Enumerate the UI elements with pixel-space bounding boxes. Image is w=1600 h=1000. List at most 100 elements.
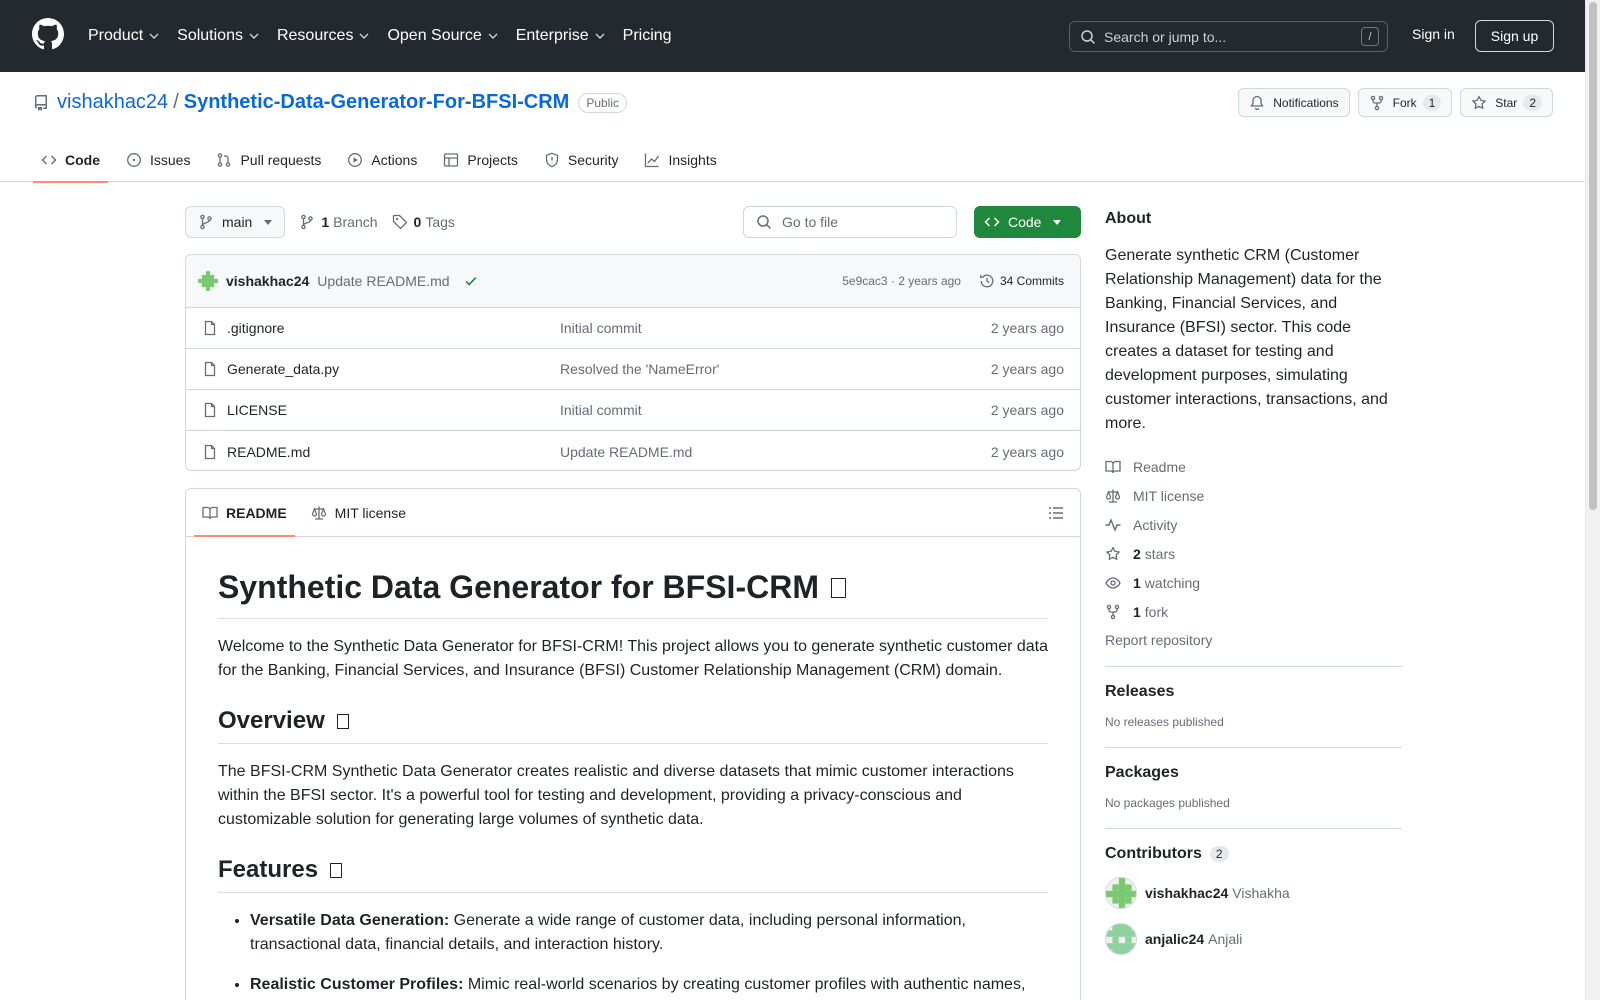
repo-owner-link[interactable]: vishakhac24 xyxy=(57,91,168,114)
divider xyxy=(1105,747,1402,748)
github-logo-icon[interactable] xyxy=(32,18,64,50)
file-name-link[interactable]: README.md xyxy=(227,444,310,460)
activity-link[interactable]: Activity xyxy=(1105,510,1402,539)
anchor-link-icon[interactable] xyxy=(336,713,349,729)
forks-link[interactable]: 1 fork xyxy=(1105,597,1402,626)
tab-code[interactable]: Code xyxy=(33,138,108,183)
fork-count: 1 xyxy=(1422,94,1442,111)
readme-title: Synthetic Data Generator for BFSI-CRM xyxy=(218,569,1048,619)
readme-intro: Welcome to the Synthetic Data Generator … xyxy=(218,638,1048,679)
stars-link[interactable]: 2 stars xyxy=(1105,539,1402,568)
readme-link-label: Readme xyxy=(1133,458,1186,475)
tag-icon xyxy=(392,214,407,230)
visibility-badge: Public xyxy=(578,92,628,113)
features-list: Versatile Data Generation: Generate a wi… xyxy=(218,909,1048,997)
branch-selector[interactable]: main xyxy=(185,206,286,238)
notifications-button[interactable]: Notifications xyxy=(1238,88,1350,117)
commit-author-link[interactable]: vishakhac24 xyxy=(226,273,309,289)
commit-hash-age[interactable]: 5e9cac3 · 2 years ago xyxy=(842,274,961,288)
commits-history-link[interactable]: 34 Commits xyxy=(979,273,1064,289)
nav-resources[interactable]: Resources xyxy=(277,24,369,48)
file-row[interactable]: Generate_data.py Resolved the 'NameError… xyxy=(186,349,1080,390)
contributor-login[interactable]: vishakhac24 xyxy=(1145,885,1228,901)
scrollbar-thumb[interactable] xyxy=(1589,2,1597,510)
file-commit-message[interactable]: Initial commit xyxy=(560,402,642,418)
avatar[interactable] xyxy=(1105,923,1137,955)
list-icon[interactable] xyxy=(1048,505,1064,521)
file-name-link[interactable]: LICENSE xyxy=(227,402,287,418)
tags-link[interactable]: 0 Tags xyxy=(392,214,455,230)
features-heading-text: Features xyxy=(218,856,319,883)
contributor-name: Vishakha xyxy=(1232,885,1290,901)
nav-enterprise[interactable]: Enterprise xyxy=(516,24,605,48)
file-commit-message[interactable]: Update README.md xyxy=(560,444,692,460)
page-scrollbar[interactable] xyxy=(1585,0,1600,1000)
code-dropdown-button[interactable]: Code xyxy=(974,206,1081,238)
anchor-link-icon[interactable] xyxy=(830,577,846,598)
nav-open-source[interactable]: Open Source xyxy=(387,24,498,48)
commit-message-link[interactable]: Update README.md xyxy=(317,273,449,289)
fork-icon xyxy=(1106,604,1120,619)
anchor-link-icon[interactable] xyxy=(330,862,343,878)
sign-in-link[interactable]: Sign in xyxy=(1412,26,1455,42)
file-name-link[interactable]: .gitignore xyxy=(227,320,285,336)
commit-meta: 5e9cac3 · 2 years ago 34 Commits xyxy=(842,273,1064,289)
global-search-input[interactable]: Search or jump to... / xyxy=(1069,21,1388,52)
tab-pull-requests[interactable]: Pull requests xyxy=(208,138,329,182)
contributor-item[interactable]: vishakhac24 Vishakha xyxy=(1105,877,1402,909)
file-commit-message[interactable]: Initial commit xyxy=(560,320,642,336)
tab-projects[interactable]: Projects xyxy=(435,138,526,182)
avatar[interactable] xyxy=(198,271,218,291)
nav-solutions[interactable]: Solutions xyxy=(177,24,259,48)
releases-heading[interactable]: Releases xyxy=(1105,683,1402,701)
file-name-link[interactable]: Generate_data.py xyxy=(227,361,339,377)
watchers-link[interactable]: 1 watching xyxy=(1105,568,1402,597)
list-item: Versatile Data Generation: Generate a wi… xyxy=(250,909,1048,957)
tab-actions-label: Actions xyxy=(371,152,418,168)
repo-name-link[interactable]: Synthetic-Data-Generator-For-BFSI-CRM xyxy=(184,91,570,114)
report-repository-link[interactable]: Report repository xyxy=(1105,632,1402,648)
contributor-login[interactable]: anjalic24 xyxy=(1145,931,1204,947)
go-to-file-input[interactable]: Go to file xyxy=(743,206,957,238)
eye-icon xyxy=(1105,576,1121,589)
nav-pricing-label: Pricing xyxy=(622,27,672,44)
chevron-down-icon xyxy=(595,33,605,39)
tab-security[interactable]: Security xyxy=(536,138,627,182)
fork-button[interactable]: Fork 1 xyxy=(1357,88,1453,117)
feature-text: Mimic real-world scenarios by creating c… xyxy=(463,976,1026,993)
bell-icon xyxy=(1250,95,1264,110)
avatar[interactable] xyxy=(1105,877,1137,909)
file-row[interactable]: README.md Update README.md 2 years ago xyxy=(186,431,1080,470)
star-button[interactable]: Star 2 xyxy=(1460,88,1553,117)
file-row[interactable]: LICENSE Initial commit 2 years ago xyxy=(186,390,1080,431)
tab-actions[interactable]: Actions xyxy=(339,138,425,182)
readme-link[interactable]: Readme xyxy=(1105,452,1402,481)
tab-readme[interactable]: README xyxy=(194,489,295,537)
tab-security-label: Security xyxy=(567,152,619,168)
pulse-icon xyxy=(1105,517,1121,532)
file-icon xyxy=(204,320,216,336)
nav-pricing[interactable]: Pricing xyxy=(623,24,672,48)
file-row[interactable]: .gitignore Initial commit 2 years ago xyxy=(186,308,1080,349)
contributors-heading[interactable]: Contributors 2 xyxy=(1105,845,1402,863)
history-icon xyxy=(980,274,994,288)
notifications-label: Notifications xyxy=(1273,95,1339,110)
license-link-label: MIT license xyxy=(1133,487,1205,504)
nav-product[interactable]: Product xyxy=(88,24,159,48)
code-icon xyxy=(41,155,57,165)
branches-link[interactable]: 1 Branch xyxy=(299,214,378,230)
fork-label: fork xyxy=(1144,603,1169,620)
code-button-label: Code xyxy=(1008,214,1042,230)
contributor-item[interactable]: anjalic24 Anjali xyxy=(1105,923,1402,955)
license-link[interactable]: MIT license xyxy=(1105,481,1402,510)
packages-heading[interactable]: Packages xyxy=(1105,764,1402,782)
caret-down-icon xyxy=(1053,219,1062,225)
check-icon[interactable] xyxy=(464,274,478,288)
file-commit-message[interactable]: Resolved the 'NameError' xyxy=(560,361,719,377)
readme-tabs: README MIT license xyxy=(186,489,1080,537)
tab-issues[interactable]: Issues xyxy=(118,138,198,182)
star-label: Star xyxy=(1495,95,1518,110)
tab-license[interactable]: MIT license xyxy=(303,489,414,536)
tab-insights[interactable]: Insights xyxy=(636,138,724,182)
sign-up-button[interactable]: Sign up xyxy=(1475,20,1554,52)
